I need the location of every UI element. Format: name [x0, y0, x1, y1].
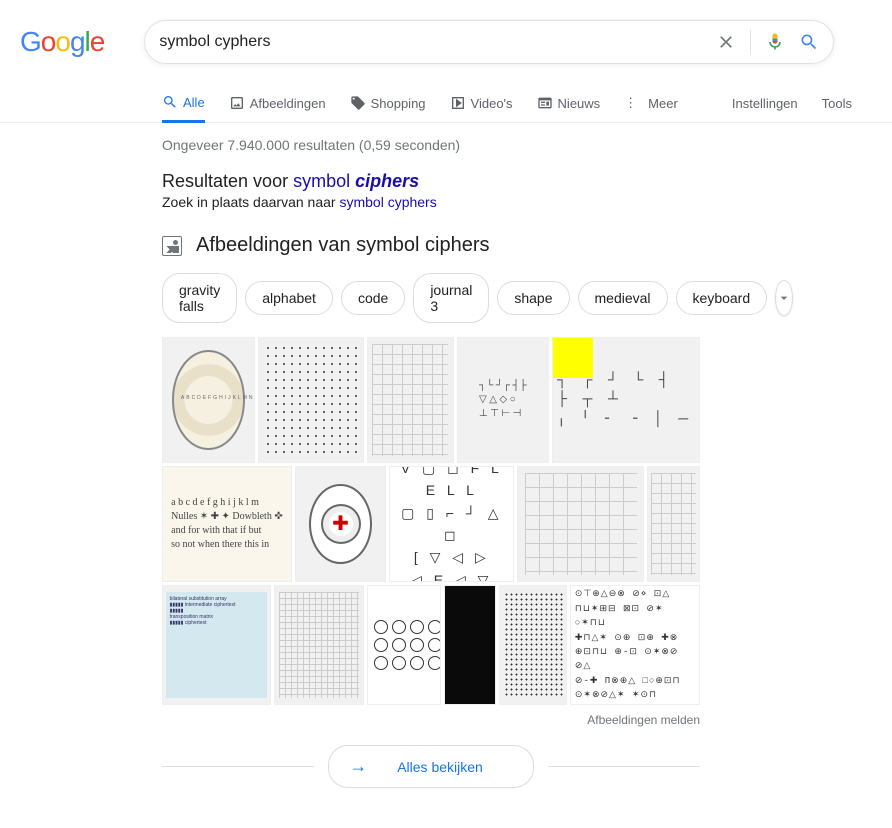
- image-result[interactable]: a b c d e f g h i j k l mNulles ✶ ✚ ✦ Do…: [162, 466, 292, 582]
- chip-gravity-falls[interactable]: gravity falls: [162, 273, 237, 323]
- images-heading[interactable]: Afbeeldingen van symbol ciphers: [162, 234, 700, 273]
- image-result[interactable]: [367, 585, 441, 705]
- divider: [750, 30, 751, 54]
- chip-shape[interactable]: shape: [497, 281, 569, 315]
- result-stats: Ongeveer 7.940.000 resultaten (0,59 seco…: [162, 123, 700, 171]
- tab-all[interactable]: Alle: [162, 84, 205, 123]
- tab-more[interactable]: ⋮ Meer: [624, 85, 678, 121]
- mic-icon[interactable]: [765, 32, 785, 52]
- tabs-row: Alle Afbeeldingen Shopping Video's Nieuw…: [0, 84, 892, 123]
- clear-icon[interactable]: [716, 32, 736, 52]
- image-result[interactable]: [647, 466, 700, 582]
- image-result[interactable]: [162, 337, 255, 463]
- corrected-link[interactable]: symbol ciphers: [293, 171, 419, 191]
- play-icon: [450, 95, 466, 111]
- image-result[interactable]: ⊙⊤⊕△⊖⊗ ⊘⋄ ⊡△⊓⊔✶⊞⊟ ⊠⊡ ⊘✶ ○✶⊓⊔✚⊓△✶ ⊙⊕ ⊡⊕ ✚…: [570, 585, 700, 705]
- arrow-right-icon: →: [349, 756, 367, 777]
- view-all-row: → Alles bekijken: [162, 735, 700, 798]
- chips-more-icon[interactable]: [775, 280, 793, 316]
- more-dots-icon: ⋮: [624, 95, 637, 111]
- image-block-icon: [162, 236, 182, 256]
- tag-icon: [350, 95, 366, 111]
- chip-keyboard[interactable]: keyboard: [676, 281, 768, 315]
- report-images-link[interactable]: Afbeeldingen melden: [162, 705, 700, 735]
- chip-journal-3[interactable]: journal 3: [413, 273, 489, 323]
- image-icon: [229, 95, 245, 111]
- chip-medieval[interactable]: medieval: [578, 281, 668, 315]
- image-result[interactable]: ┐ ┌ ┘ └ ┤ ├ ┬ ┴╷ ╵ ╴ ╶ │ ─: [552, 337, 700, 463]
- chip-code[interactable]: code: [341, 281, 405, 315]
- tab-tools[interactable]: Tools: [822, 86, 852, 121]
- image-result[interactable]: ┐└ ┘┌ ┤├▽ △ ◇ ○⊥ ⊤ ⊢ ⊣: [457, 337, 550, 463]
- tab-settings[interactable]: Instellingen: [732, 86, 798, 121]
- chips-row: gravity falls alphabet code journal 3 sh…: [162, 273, 700, 337]
- image-result[interactable]: [517, 466, 644, 582]
- header: Google: [0, 0, 892, 64]
- tab-videos[interactable]: Video's: [450, 85, 513, 121]
- content: Ongeveer 7.940.000 resultaten (0,59 seco…: [0, 123, 700, 828]
- search-bar[interactable]: [144, 20, 834, 64]
- image-result[interactable]: [274, 585, 364, 705]
- search-small-icon: [162, 94, 178, 110]
- search-icon[interactable]: [799, 32, 819, 52]
- google-logo[interactable]: Google: [20, 26, 104, 58]
- search-input[interactable]: [159, 33, 716, 51]
- image-result[interactable]: [499, 585, 567, 705]
- image-result[interactable]: [367, 337, 453, 463]
- original-query-link[interactable]: symbol cyphers: [339, 194, 436, 210]
- image-grid: ┐└ ┘┌ ┤├▽ △ ◇ ○⊥ ⊤ ⊢ ⊣ ┐ ┌ ┘ └ ┤ ├ ┬ ┴╷ …: [162, 337, 700, 705]
- image-result[interactable]: bilateral substitution array▮▮▮▮▮ interm…: [162, 585, 271, 705]
- image-result[interactable]: [444, 585, 496, 705]
- chip-alphabet[interactable]: alphabet: [245, 281, 333, 315]
- tab-images[interactable]: Afbeeldingen: [229, 85, 326, 121]
- spelling-correction: Resultaten voor symbol ciphers: [162, 171, 700, 194]
- image-result[interactable]: V ▢ ◻ F L E L L▢ ▯ ⌐ ┘ △ ◻[ ▽ ◁ ▷◁ E ◁ ▽: [389, 466, 514, 582]
- image-result[interactable]: [295, 466, 386, 582]
- tab-news[interactable]: Nieuws: [537, 85, 601, 121]
- spelling-original: Zoek in plaats daarvan naar symbol cyphe…: [162, 194, 700, 234]
- tab-shopping[interactable]: Shopping: [350, 85, 426, 121]
- news-icon: [537, 95, 553, 111]
- image-result[interactable]: [258, 337, 364, 463]
